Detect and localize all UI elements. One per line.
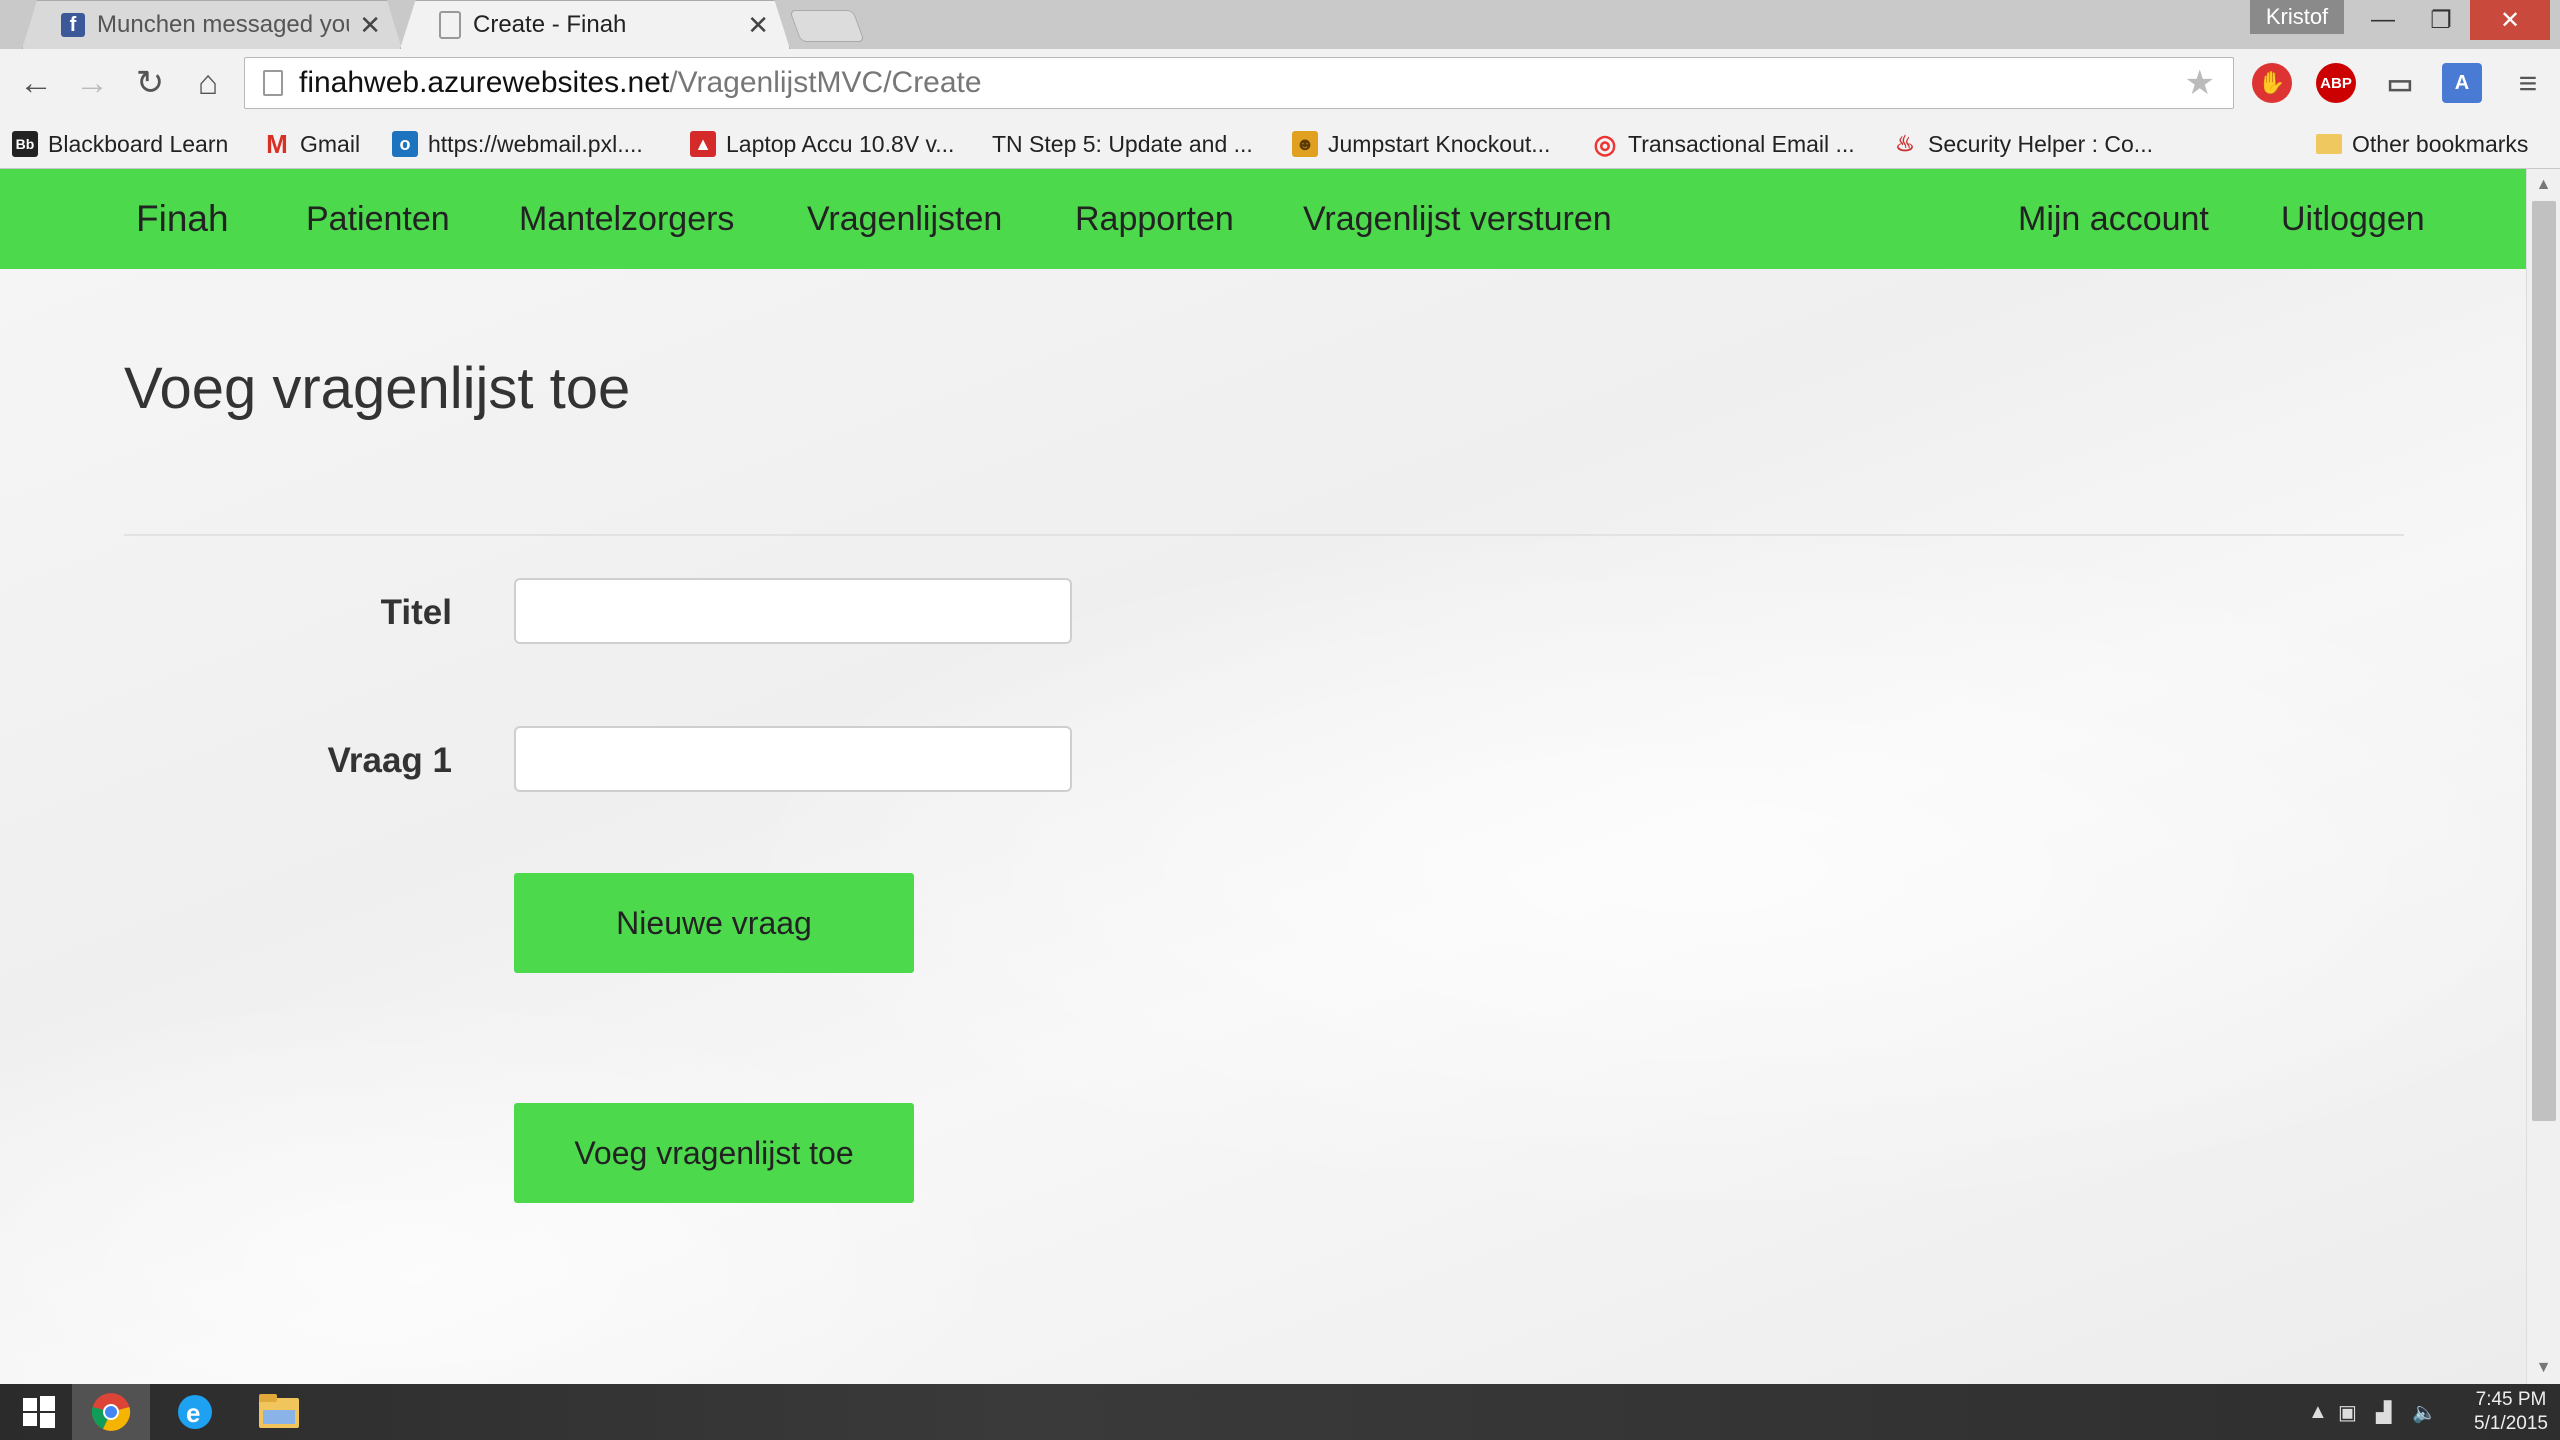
facebook-icon: f <box>61 13 85 37</box>
bookmark-webmail[interactable]: o https://webmail.pxl.... <box>392 127 643 161</box>
scroll-down-icon[interactable]: ▼ <box>2527 1356 2560 1380</box>
tray-expand-icon[interactable]: ▲ <box>2308 1384 2328 1440</box>
vraag-1-label: Vraag 1 <box>327 741 452 780</box>
cast-icon[interactable]: ▭ <box>2380 63 2420 103</box>
nav-uitloggen[interactable]: Uitloggen <box>2281 169 2425 269</box>
nav-patienten[interactable]: Patienten <box>306 169 450 269</box>
bookmark-label: Blackboard Learn <box>48 130 229 157</box>
nav-mantelzorgers[interactable]: Mantelzorgers <box>519 169 734 269</box>
bookmark-transactional-email[interactable]: ◎ Transactional Email ... <box>1592 127 1855 161</box>
outlook-icon: o <box>392 131 418 157</box>
bookmark-tn-step5[interactable]: TN Step 5: Update and ... <box>992 127 1253 161</box>
menu-icon[interactable]: ≡ <box>2508 63 2548 103</box>
scroll-up-icon[interactable]: ▲ <box>2527 173 2560 197</box>
minimize-icon[interactable]: — <box>2354 0 2412 40</box>
abp-label: ABP <box>2320 74 2352 92</box>
bookmark-label: Gmail <box>300 130 361 157</box>
page-icon <box>439 11 461 39</box>
browser-toolbar: ← → ↻ ⌂ finahweb.azurewebsites.net/Vrage… <box>0 49 2560 119</box>
nav-mijn-account[interactable]: Mijn account <box>2018 169 2209 269</box>
bookmark-laptop-accu[interactable]: ▲ Laptop Accu 10.8V v... <box>690 127 954 161</box>
gmail-icon: M <box>266 128 288 159</box>
brand-link[interactable]: Finah <box>136 169 229 269</box>
bookmark-gmail[interactable]: M Gmail <box>264 127 360 161</box>
bookmark-label: Jumpstart Knockout... <box>1328 130 1551 157</box>
email-target-icon: ◎ <box>1593 128 1617 159</box>
reload-icon[interactable]: ↻ <box>128 61 172 105</box>
signal-icon[interactable]: ▟ <box>2376 1384 2391 1440</box>
shop-icon: ▲ <box>690 131 716 157</box>
vraag-1-input[interactable] <box>514 726 1072 792</box>
close-tab-icon[interactable]: ✕ <box>747 10 769 41</box>
submit-questionnaire-button[interactable]: Voeg vragenlijst toe <box>514 1103 914 1203</box>
window-close-icon[interactable]: ✕ <box>2470 0 2550 40</box>
knockout-icon: ☻ <box>1292 131 1318 157</box>
restore-icon[interactable]: ❐ <box>2412 0 2470 40</box>
svg-text:e: e <box>186 1398 200 1428</box>
file-explorer-icon[interactable] <box>240 1384 318 1440</box>
home-icon[interactable]: ⌂ <box>186 61 230 105</box>
app-navbar: Finah Patienten Mantelzorgers Vragenlijs… <box>0 169 2526 269</box>
bookmark-security-helper[interactable]: ♨ Security Helper : Co... <box>1892 127 2153 161</box>
translate-icon[interactable]: A <box>2442 63 2482 103</box>
volume-icon[interactable]: 🔈 <box>2412 1384 2437 1440</box>
bookmark-label: Laptop Accu 10.8V v... <box>726 130 955 157</box>
browser-tab-strip: f Munchen messaged you ✕ Create - Finah … <box>0 0 2560 49</box>
bookmark-jumpstart-knockout[interactable]: ☻ Jumpstart Knockout... <box>1292 127 1550 161</box>
profile-button[interactable]: Kristof <box>2250 0 2344 34</box>
other-bookmarks[interactable]: Other bookmarks <box>2316 127 2528 161</box>
bookmark-label: Security Helper : Co... <box>1928 130 2153 157</box>
bookmark-label: https://webmail.pxl.... <box>428 130 643 157</box>
folder-icon <box>2316 134 2342 154</box>
bookmark-blackboard[interactable]: Bb Blackboard Learn <box>12 127 228 161</box>
forward-icon[interactable]: → <box>70 61 114 105</box>
java-icon: ♨ <box>1895 131 1915 156</box>
page-scrollbar[interactable]: ▲ ▼ <box>2526 169 2560 1384</box>
bookmark-star-icon[interactable]: ★ <box>2185 63 2215 103</box>
new-question-button[interactable]: Nieuwe vraag <box>514 873 914 973</box>
titel-label: Titel <box>380 593 452 632</box>
network-icon[interactable]: ▣ <box>2338 1384 2357 1440</box>
scrollbar-thumb[interactable] <box>2532 201 2556 1121</box>
nav-vragenlijst-versturen[interactable]: Vragenlijst versturen <box>1303 169 1612 269</box>
page-title: Voeg vragenlijst toe <box>124 356 631 421</box>
bookmark-label: Transactional Email ... <box>1628 130 1855 157</box>
nav-vragenlijsten[interactable]: Vragenlijsten <box>807 169 1002 269</box>
divider <box>124 534 2404 536</box>
tab-facebook[interactable]: f Munchen messaged you ✕ <box>22 0 402 49</box>
internet-explorer-icon[interactable]: e <box>156 1384 234 1440</box>
clock-time: 7:45 PM <box>2475 1389 2547 1410</box>
stop-hand-extension-icon[interactable]: ✋ <box>2252 63 2292 103</box>
clock-date: 5/1/2015 <box>2474 1413 2548 1434</box>
page-viewport: Finah Patienten Mantelzorgers Vragenlijs… <box>0 169 2526 1384</box>
titel-input[interactable] <box>514 578 1072 644</box>
windows-taskbar: e ▲ ▣ ▟ 🔈 7:45 PM 5/1/2015 <box>0 1384 2560 1440</box>
back-icon[interactable]: ← <box>14 61 58 105</box>
address-bar[interactable]: finahweb.azurewebsites.net/VragenlijstMV… <box>244 57 2234 109</box>
page-icon <box>263 70 283 96</box>
new-tab-button[interactable] <box>789 10 865 42</box>
url-path: /VragenlijstMVC/Create <box>669 66 982 99</box>
url-host: finahweb.azurewebsites.net <box>299 66 670 99</box>
tab-title: Munchen messaged you <box>97 11 350 38</box>
nav-rapporten[interactable]: Rapporten <box>1075 169 1234 269</box>
bookmark-label: TN Step 5: Update and ... <box>992 130 1253 157</box>
tab-create-finah[interactable]: Create - Finah ✕ <box>400 0 790 49</box>
bookmarks-bar: Bb Blackboard Learn M Gmail o https://we… <box>0 119 2560 169</box>
tab-title: Create - Finah <box>473 11 627 38</box>
close-tab-icon[interactable]: ✕ <box>359 10 381 41</box>
other-bookmarks-label: Other bookmarks <box>2352 130 2529 157</box>
taskbar-clock[interactable]: 7:45 PM 5/1/2015 <box>2474 1388 2548 1436</box>
windows-start-icon[interactable] <box>0 1384 78 1440</box>
adblock-plus-icon[interactable]: ABP <box>2316 63 2356 103</box>
blackboard-icon: Bb <box>12 131 38 157</box>
chrome-taskbar-icon[interactable] <box>72 1384 150 1440</box>
